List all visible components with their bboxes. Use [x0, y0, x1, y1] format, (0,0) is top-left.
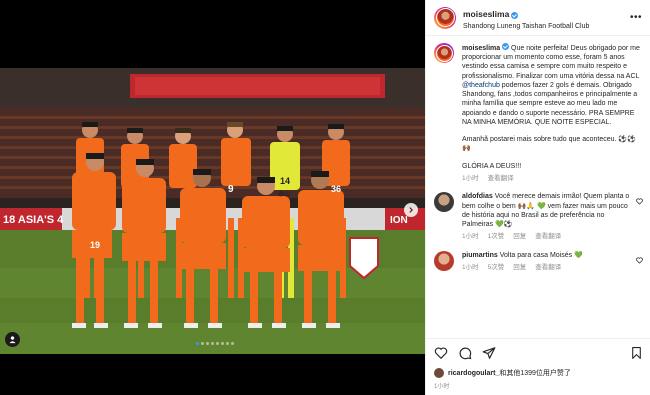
see-translation-link[interactable]: 查看翻译 — [488, 175, 514, 184]
gk-number: 14 — [280, 176, 290, 186]
caption-text: moiseslima Que noite perfeita! Deus obri… — [462, 43, 643, 127]
next-image-button[interactable] — [404, 203, 418, 217]
post-panel: moiseslima Shandong Luneng Taishan Footb… — [425, 0, 650, 395]
more-options-button[interactable]: ••• — [630, 12, 642, 23]
user-tag-button[interactable] — [5, 332, 20, 347]
ad-board-right: ION — [390, 215, 408, 226]
see-translation-link[interactable]: 查看翻译 — [535, 233, 561, 242]
reply-button[interactable]: 回复 — [513, 264, 526, 273]
heart-icon — [434, 346, 448, 359]
caption-avatar[interactable] — [434, 43, 454, 63]
liker-avatar[interactable] — [434, 368, 444, 378]
carousel-dot — [221, 342, 224, 345]
carousel-indicator — [196, 342, 234, 345]
sponsor-text: 泰山 — [278, 190, 290, 198]
comment-time: 1小时 — [462, 264, 479, 272]
author-location[interactable]: Shandong Luneng Taishan Football Club — [463, 23, 589, 31]
carousel-dot — [231, 342, 234, 345]
comments-list: moiseslima Que noite perfeita! Deus obri… — [426, 37, 650, 337]
comment-text: Volta para casa Moisés 💚 — [499, 251, 583, 259]
carousel-dot — [216, 342, 219, 345]
comment-button[interactable] — [458, 346, 472, 360]
post-time: 1小时 — [434, 384, 450, 390]
ad-board-left: 18 ASIA'S 4 — [3, 214, 64, 226]
team-photo: 18 ASIA'S 4 ION 9 14 泰山 36 19 — [0, 68, 425, 354]
more-horizontal-icon: ••• — [629, 12, 642, 23]
commenter-avatar[interactable] — [434, 250, 454, 271]
send-icon — [482, 346, 496, 359]
comment-icon — [459, 347, 472, 359]
heart-icon — [636, 198, 643, 206]
caption-time: 1小时 — [462, 174, 479, 182]
comment-time: 1小时 — [462, 233, 479, 241]
commenter-avatar[interactable] — [434, 192, 454, 213]
caption-username[interactable]: moiseslima — [462, 45, 500, 52]
comment-likes[interactable]: 1次赞 — [488, 233, 505, 242]
shirt-number-3: 19 — [90, 240, 100, 250]
post-media: 18 ASIA'S 4 ION 9 14 泰山 36 19 — [0, 0, 425, 395]
save-button[interactable] — [630, 346, 643, 360]
comment: aldofdias Você merece demais irmão! Quem… — [434, 192, 643, 242]
comment: piumartins Volta para casa Moisés 💚 1小时 … — [434, 250, 643, 273]
heart-icon — [636, 257, 643, 264]
comment-likes[interactable]: 5次赞 — [488, 264, 505, 273]
caption: moiseslima Que noite perfeita! Deus obri… — [434, 43, 643, 183]
caption-para: Amanhã postarei mais sobre tudo que acon… — [462, 136, 636, 153]
bookmark-icon — [632, 346, 641, 359]
carousel-dot — [206, 342, 209, 345]
like-comment-button[interactable] — [636, 198, 643, 242]
carousel-dot — [196, 342, 199, 345]
post-actions — [426, 338, 650, 366]
mention-link[interactable]: @theafchub — [462, 82, 500, 89]
carousel-dot — [211, 342, 214, 345]
chevron-right-icon — [409, 207, 413, 213]
post-header: moiseslima Shandong Luneng Taishan Footb… — [426, 0, 650, 36]
commenter-username[interactable]: aldofdias — [462, 193, 493, 200]
carousel-dot — [226, 342, 229, 345]
caption-para: GLÓRIA A DEUS!!! — [462, 162, 522, 170]
reply-button[interactable]: 回复 — [513, 233, 526, 242]
see-translation-link[interactable]: 查看翻译 — [535, 264, 561, 273]
like-comment-button[interactable] — [636, 257, 643, 273]
verified-badge-icon — [502, 43, 510, 50]
share-button[interactable] — [482, 346, 496, 360]
author-avatar[interactable] — [434, 6, 456, 29]
liker-username[interactable]: ricardogoulart_ — [448, 370, 499, 377]
verified-badge-icon — [511, 11, 519, 19]
shirt-number: 9 — [228, 184, 234, 195]
user-tag-icon — [9, 336, 16, 344]
carousel-dot — [201, 342, 204, 345]
shirt-number-2: 36 — [331, 184, 341, 194]
like-button[interactable] — [434, 346, 448, 360]
likes-summary: ricardogoulart_ 和其他1399位用户赞了 — [434, 368, 571, 378]
author-username[interactable]: moiseslima — [463, 10, 509, 20]
likes-count[interactable]: 和其他1399位用户赞了 — [499, 368, 571, 378]
commenter-username[interactable]: piumartins — [462, 252, 498, 259]
